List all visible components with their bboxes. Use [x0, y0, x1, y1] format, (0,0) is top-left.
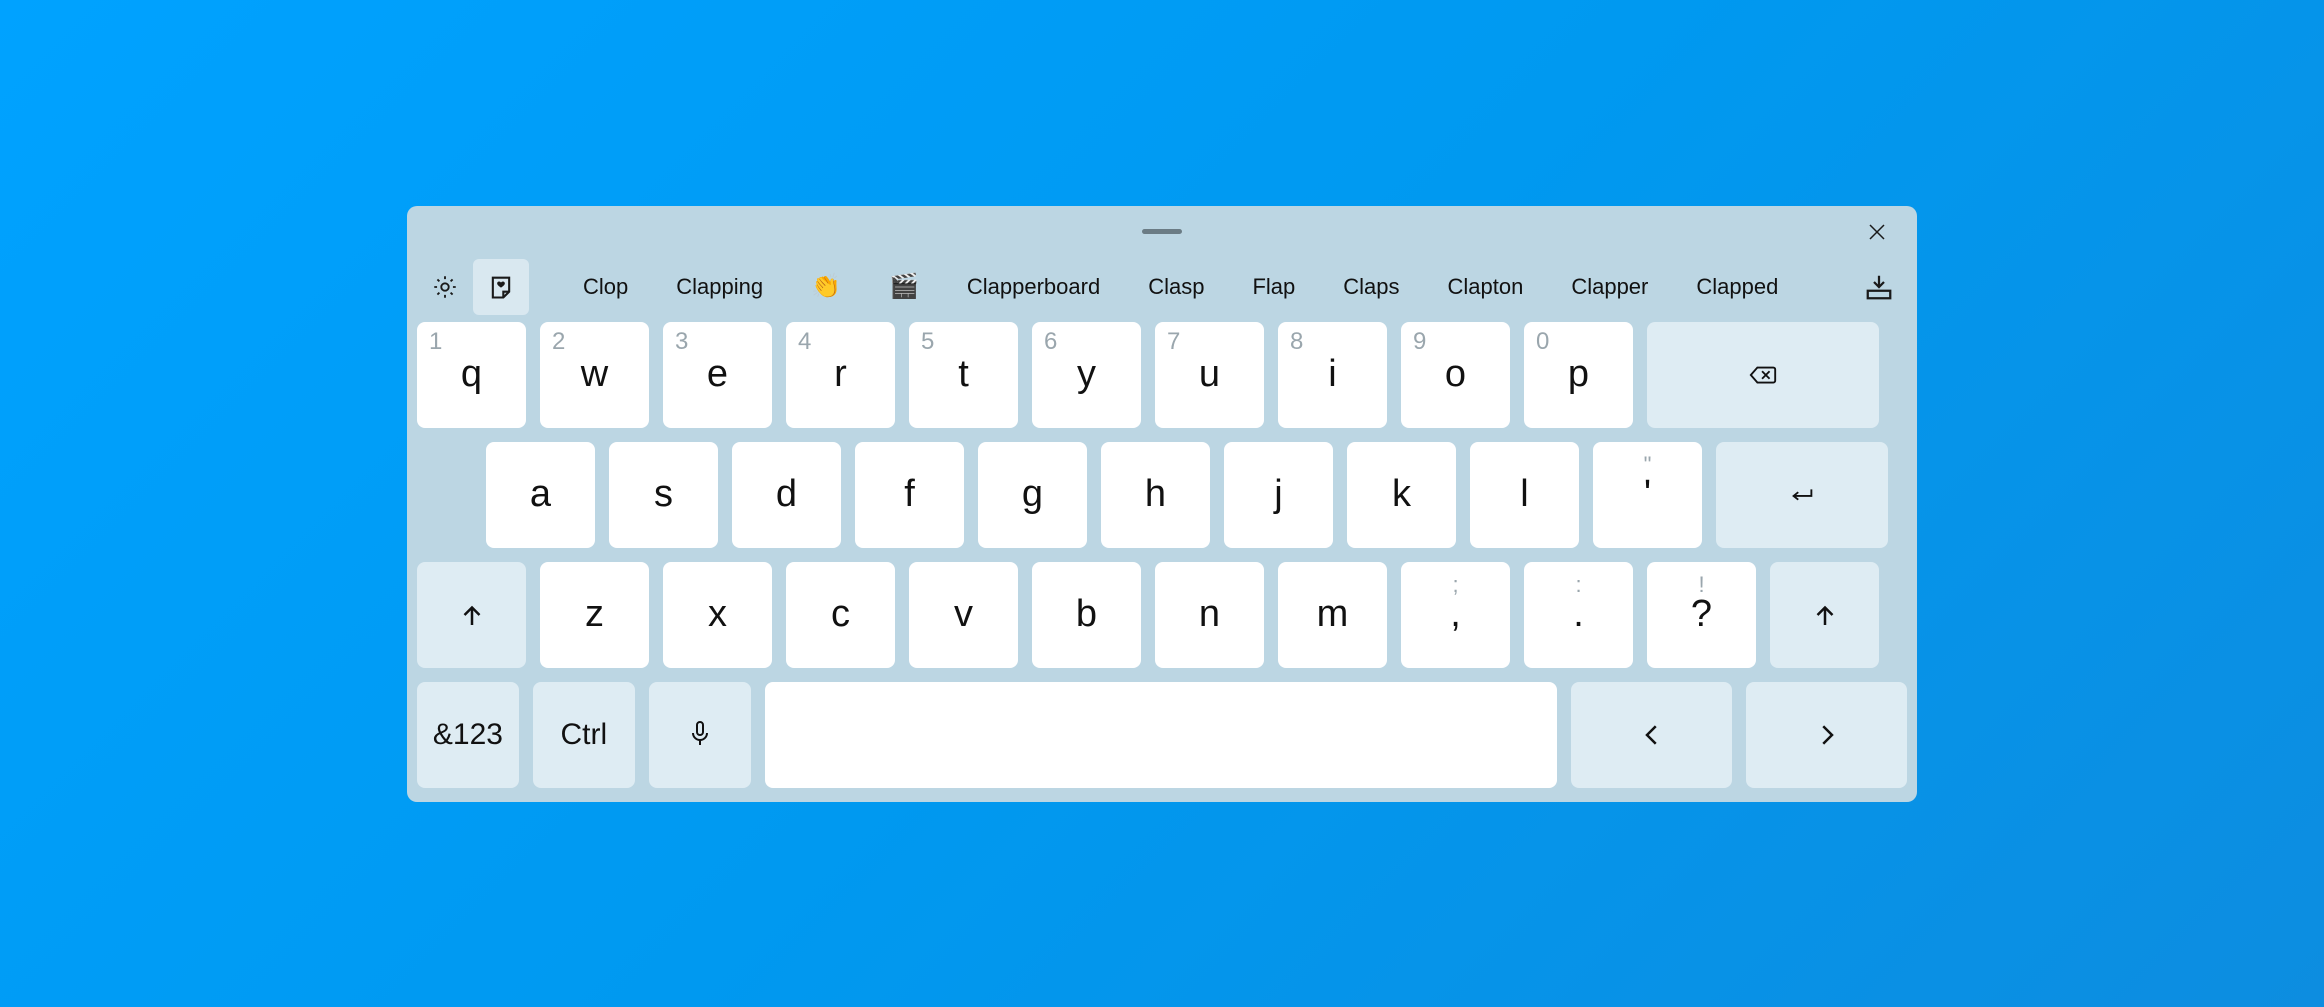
key-i[interactable]: 8i [1278, 322, 1387, 428]
key-g[interactable]: g [978, 442, 1087, 548]
suggestion-item[interactable]: Clapperboard [943, 268, 1124, 306]
key-f[interactable]: f [855, 442, 964, 548]
key-row-4: &123 Ctrl [417, 682, 1907, 788]
close-button[interactable] [1847, 206, 1907, 258]
suggestion-item[interactable]: Claps [1319, 268, 1423, 306]
key-d[interactable]: d [732, 442, 841, 548]
microphone-icon [685, 720, 715, 750]
key-space[interactable] [765, 682, 1558, 788]
suggestion-item[interactable]: Clapped [1672, 268, 1802, 306]
enter-icon [1787, 480, 1817, 510]
row2-offset [417, 442, 472, 548]
key-k[interactable]: k [1347, 442, 1456, 548]
key-ctrl[interactable]: Ctrl [533, 682, 635, 788]
suggestion-item[interactable]: Clasp [1124, 268, 1228, 306]
key-symbols[interactable]: &123 [417, 682, 519, 788]
key-x[interactable]: x [663, 562, 772, 668]
key-c[interactable]: c [786, 562, 895, 668]
key-arrow-left[interactable] [1571, 682, 1732, 788]
suggestion-item[interactable]: Flap [1228, 268, 1319, 306]
suggestion-list: Clop Clapping 👏 🎬 Clapperboard Clasp Fla… [529, 266, 1851, 307]
key-t[interactable]: 5t [909, 322, 1018, 428]
gif-sticker-button[interactable] [473, 259, 529, 315]
shift-up-icon [457, 600, 487, 630]
key-e[interactable]: 3e [663, 322, 772, 428]
key-row-1: 1q 2w 3e 4r 5t 6y 7u 8i 9o 0p [417, 322, 1907, 428]
gear-icon [431, 273, 459, 301]
close-icon [1867, 222, 1887, 242]
key-question[interactable]: !? [1647, 562, 1756, 668]
shift-up-icon [1810, 600, 1840, 630]
key-enter[interactable] [1716, 442, 1888, 548]
key-y[interactable]: 6y [1032, 322, 1141, 428]
key-z[interactable]: z [540, 562, 649, 668]
key-o[interactable]: 9o [1401, 322, 1510, 428]
key-row-3: z x c v b n m ;, :. !? [417, 562, 1907, 668]
key-comma[interactable]: ;, [1401, 562, 1510, 668]
key-w[interactable]: 2w [540, 322, 649, 428]
key-m[interactable]: m [1278, 562, 1387, 668]
key-q[interactable]: 1q [417, 322, 526, 428]
key-apostrophe[interactable]: "' [1593, 442, 1702, 548]
backspace-icon [1748, 360, 1778, 390]
key-backspace[interactable] [1647, 322, 1879, 428]
key-j[interactable]: j [1224, 442, 1333, 548]
suggestion-bar: Clop Clapping 👏 🎬 Clapperboard Clasp Fla… [407, 258, 1917, 316]
settings-button[interactable] [417, 259, 473, 315]
dock-icon [1864, 272, 1894, 302]
key-l[interactable]: l [1470, 442, 1579, 548]
suggestion-item[interactable]: Clapton [1423, 268, 1547, 306]
chevron-left-icon [1637, 720, 1667, 750]
key-period[interactable]: :. [1524, 562, 1633, 668]
touch-keyboard: Clop Clapping 👏 🎬 Clapperboard Clasp Fla… [407, 206, 1917, 802]
key-arrow-right[interactable] [1746, 682, 1907, 788]
key-v[interactable]: v [909, 562, 1018, 668]
key-r[interactable]: 4r [786, 322, 895, 428]
key-shift-left[interactable] [417, 562, 526, 668]
key-a[interactable]: a [486, 442, 595, 548]
chevron-right-icon [1812, 720, 1842, 750]
dock-keyboard-button[interactable] [1851, 259, 1907, 315]
key-b[interactable]: b [1032, 562, 1141, 668]
titlebar [407, 206, 1917, 258]
key-microphone[interactable] [649, 682, 751, 788]
sticker-heart-icon [487, 273, 515, 301]
key-p[interactable]: 0p [1524, 322, 1633, 428]
key-h[interactable]: h [1101, 442, 1210, 548]
key-s[interactable]: s [609, 442, 718, 548]
key-grid: 1q 2w 3e 4r 5t 6y 7u 8i 9o 0p a s d f g [407, 316, 1917, 788]
suggestion-item[interactable]: 👏 [787, 266, 865, 307]
key-row-2: a s d f g h j k l "' [417, 442, 1907, 548]
suggestion-item[interactable]: Clapping [652, 268, 787, 306]
key-n[interactable]: n [1155, 562, 1264, 668]
drag-grip[interactable] [1142, 229, 1182, 234]
suggestion-item[interactable]: 🎬 [865, 266, 943, 307]
suggestion-item[interactable]: Clop [559, 268, 652, 306]
key-u[interactable]: 7u [1155, 322, 1264, 428]
suggestion-item[interactable]: Clapper [1547, 268, 1672, 306]
key-shift-right[interactable] [1770, 562, 1879, 668]
